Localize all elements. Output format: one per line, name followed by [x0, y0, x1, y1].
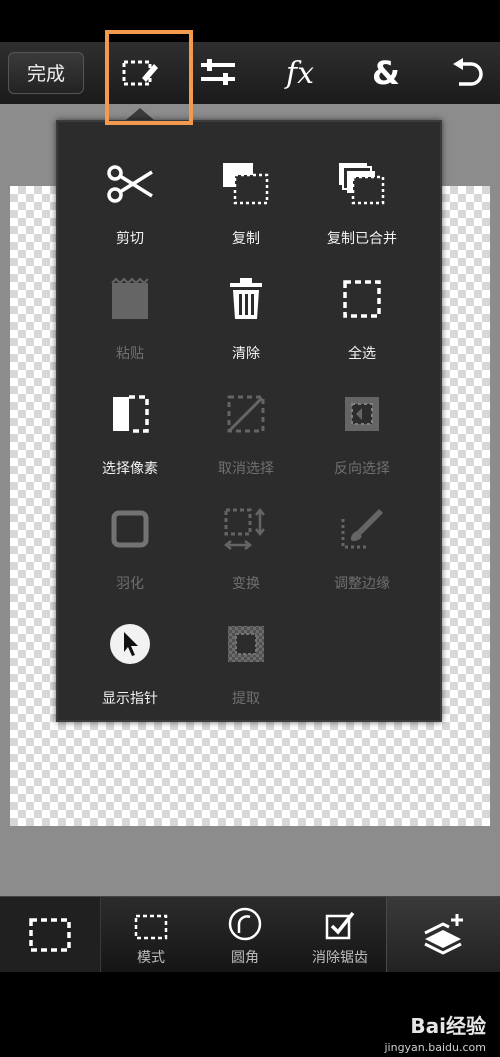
- marquee-tool-button[interactable]: [0, 897, 101, 973]
- menu-item-select-pixels[interactable]: 选择像素: [72, 374, 188, 489]
- feather-icon: [100, 499, 160, 559]
- menu-item-extract[interactable]: 提取: [188, 604, 304, 719]
- ampersand-label: &: [372, 54, 400, 92]
- rounded-corners-icon: [228, 897, 262, 941]
- adjustments-icon[interactable]: [190, 50, 246, 96]
- menu-item-label: 剪切: [116, 231, 144, 247]
- copy-merged-icon: [332, 154, 392, 214]
- menu-item-show-pointer[interactable]: 显示指针: [72, 604, 188, 719]
- menu-item-feather[interactable]: 羽化: [72, 489, 188, 604]
- menu-item-deselect[interactable]: 取消选择: [188, 374, 304, 489]
- selection-edit-icon[interactable]: [112, 50, 168, 96]
- menu-item-label: 反向选择: [334, 461, 390, 477]
- menu-item-copy[interactable]: 复制: [188, 144, 304, 259]
- layers-add-icon: [421, 910, 467, 960]
- paste-icon: [100, 269, 160, 329]
- antialias-button[interactable]: 消除锯齿: [298, 897, 382, 973]
- menu-item-label: 变换: [232, 576, 260, 592]
- menu-item-label: 全选: [348, 346, 376, 362]
- antialias-checkbox-icon: [324, 897, 356, 941]
- menu-item-paste[interactable]: 粘贴: [72, 259, 188, 374]
- menu-item-label: 复制: [232, 231, 260, 247]
- menu-item-label: 调整边缘: [334, 576, 390, 592]
- undo-icon[interactable]: [440, 50, 496, 96]
- menu-item-label: 取消选择: [218, 461, 274, 477]
- mode-button[interactable]: 模式: [112, 897, 190, 973]
- rounded-corners-button[interactable]: 圆角: [206, 897, 284, 973]
- effects-icon[interactable]: fx: [272, 50, 328, 96]
- mode-label: 模式: [137, 950, 165, 966]
- menu-item-label: 粘贴: [116, 346, 144, 362]
- footer-area: Bai经验 jingyan.baidu.com: [0, 972, 500, 1057]
- top-toolbar: 完成 fx &: [0, 42, 500, 105]
- selection-menu-popup: 剪切 复制 复制已合并 粘贴 清除 全选 选择像素 取消选择 反向选择 羽化 变…: [56, 120, 442, 722]
- menu-item-invert-selection[interactable]: 反向选择: [304, 374, 420, 489]
- menu-item-select-all[interactable]: 全选: [304, 259, 420, 374]
- select-all-icon: [332, 269, 392, 329]
- menu-item-label: 选择像素: [102, 461, 158, 477]
- extract-icon: [216, 614, 276, 674]
- status-bar: [0, 0, 500, 42]
- selection-menu-grid: 剪切 复制 复制已合并 粘贴 清除 全选 选择像素 取消选择 反向选择 羽化 变…: [72, 144, 420, 719]
- menu-item-label: 提取: [232, 691, 260, 707]
- combine-icon[interactable]: &: [358, 50, 414, 96]
- invert-selection-icon: [332, 384, 392, 444]
- watermark-main: Bai经验: [410, 1014, 486, 1038]
- menu-item-label: 羽化: [116, 576, 144, 592]
- popup-pointer: [126, 108, 154, 120]
- menu-item-label: 显示指针: [102, 691, 158, 707]
- done-button[interactable]: 完成: [8, 52, 84, 94]
- show-pointer-icon: [100, 614, 160, 674]
- menu-item-copy-merged[interactable]: 复制已合并: [304, 144, 420, 259]
- menu-item-refine-edge[interactable]: 调整边缘: [304, 489, 420, 604]
- rounded-corners-label: 圆角: [231, 950, 259, 966]
- mode-icon: [133, 897, 169, 941]
- menu-item-label: 清除: [232, 346, 260, 362]
- menu-item-transform[interactable]: 变换: [188, 489, 304, 604]
- menu-item-cut[interactable]: 剪切: [72, 144, 188, 259]
- antialias-label: 消除锯齿: [312, 950, 368, 966]
- select-pixels-icon: [100, 384, 160, 444]
- copy-icon: [216, 154, 276, 214]
- deselect-icon: [216, 384, 276, 444]
- watermark-sub: jingyan.baidu.com: [384, 1041, 486, 1054]
- menu-item-label: 复制已合并: [327, 231, 397, 247]
- trash-icon: [216, 269, 276, 329]
- transform-icon: [216, 499, 276, 559]
- fx-label: fx: [285, 55, 315, 91]
- refine-edge-icon: [332, 499, 392, 559]
- bottom-toolbar: 模式 圆角 消除锯齿: [0, 896, 500, 973]
- layers-button[interactable]: [386, 897, 500, 973]
- baidu-jingyan-watermark: Bai经验 jingyan.baidu.com: [384, 1010, 486, 1054]
- scissors-icon: [100, 154, 160, 214]
- menu-item-clear[interactable]: 清除: [188, 259, 304, 374]
- marquee-icon: [28, 917, 72, 957]
